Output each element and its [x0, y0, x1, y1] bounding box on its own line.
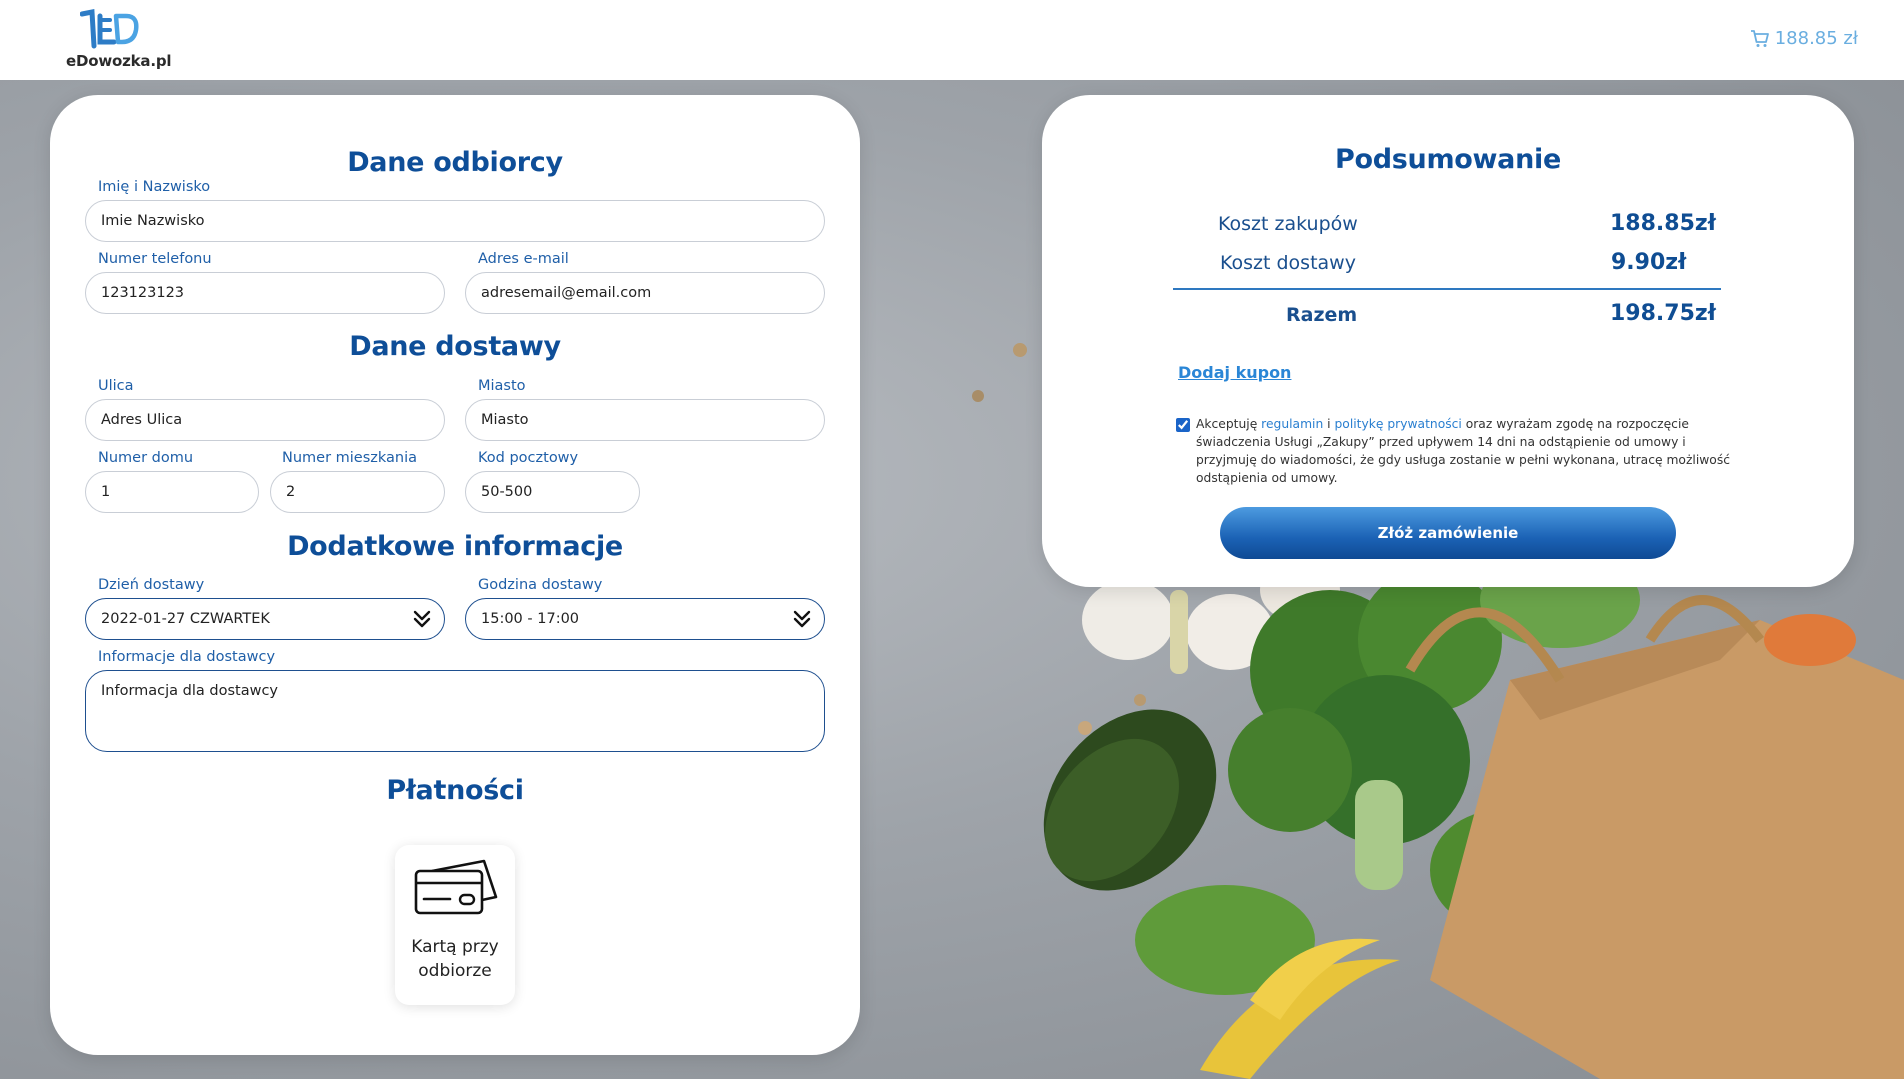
street-input[interactable]: Adres Ulica [85, 399, 445, 441]
total-label: Razem [1286, 304, 1358, 326]
delivery-hour-label: Godzina dostawy [478, 577, 603, 593]
top-header: eDowozka.pl 188.85 zł [0, 0, 1904, 80]
delivery-cost-value: 9.90zł [1611, 250, 1687, 275]
phone-label: Numer telefonu [98, 251, 212, 267]
cart-total: 188.85 zł [1774, 28, 1858, 49]
cart-logo-icon [80, 8, 139, 49]
terms-consent-checkbox[interactable] [1176, 418, 1190, 432]
payment-option-label-line2: odbiorze [418, 961, 492, 981]
delivery-section-title: Dane dostawy [349, 331, 561, 362]
payment-card-on-delivery-option[interactable]: Kartą przy odbiorze [395, 845, 515, 1005]
logo-text: eDowozka.pl [66, 52, 172, 70]
postal-code-label: Kod pocztowy [478, 450, 579, 466]
checkout-form-card: Dane odbiorcy Imię i Nazwisko Imie Nazwi… [50, 95, 860, 1055]
street-label: Ulica [98, 378, 134, 394]
delivery-day-value: 2022-01-27 CZWARTEK [101, 611, 270, 627]
email-label: Adres e-mail [478, 251, 569, 267]
credit-card-icon [414, 859, 498, 915]
add-coupon-link[interactable]: Dodaj kupon [1178, 363, 1291, 382]
consent-mid: i [1323, 417, 1335, 431]
terms-consent: Akceptuję regulamin i politykę prywatnoś… [1176, 415, 1736, 487]
payments-section-title: Płatności [386, 775, 524, 806]
products-cost-value: 188.85zł [1610, 211, 1716, 236]
delivery-hour-value: 15:00 - 17:00 [481, 611, 580, 627]
extra-info-section-title: Dodatkowe informacje [287, 531, 623, 562]
order-summary-card: Podsumowanie Koszt zakupów 188.85zł Kosz… [1042, 95, 1854, 587]
delivery-day-label: Dzień dostawy [98, 577, 205, 593]
name-input[interactable]: Imie Nazwisko [85, 200, 825, 242]
summary-title: Podsumowanie [1335, 144, 1561, 175]
payment-option-label-line1: Kartą przy [411, 937, 499, 957]
city-value: Miasto [481, 412, 529, 428]
phone-value: 123123123 [101, 285, 185, 301]
name-label: Imię i Nazwisko [98, 179, 211, 195]
phone-input[interactable]: 123123123 [85, 272, 445, 314]
logo[interactable]: eDowozka.pl [66, 8, 172, 72]
flat-number-label: Numer mieszkania [282, 450, 418, 466]
delivery-hour-select[interactable]: 15:00 - 17:00 [465, 598, 825, 640]
total-value: 198.75zł [1610, 301, 1716, 326]
email-value: adresemail@email.com [481, 285, 652, 301]
summary-divider [1173, 288, 1721, 290]
double-chevron-down-icon [413, 610, 431, 628]
city-input[interactable]: Miasto [465, 399, 825, 441]
house-number-input[interactable]: 1 [85, 471, 259, 513]
consent-prefix: Akceptuję [1196, 417, 1262, 431]
courier-notes-textarea[interactable]: Informacja dla dostawcy [85, 670, 825, 752]
shopping-cart-icon [1750, 29, 1769, 47]
privacy-policy-link[interactable]: politykę prywatności [1335, 417, 1462, 431]
courier-notes-value: Informacja dla dostawcy [101, 683, 278, 699]
cart-button[interactable]: 188.85 zł [1750, 28, 1858, 49]
street-value: Adres Ulica [101, 412, 183, 428]
house-number-value: 1 [101, 484, 111, 500]
place-order-button[interactable]: Złóż zamówienie [1220, 507, 1676, 559]
products-cost-label: Koszt zakupów [1218, 213, 1358, 235]
house-number-label: Numer domu [98, 450, 194, 466]
email-input[interactable]: adresemail@email.com [465, 272, 825, 314]
delivery-cost-label: Koszt dostawy [1220, 252, 1356, 274]
courier-notes-label: Informacje dla dostawcy [98, 649, 276, 665]
delivery-day-select[interactable]: 2022-01-27 CZWARTEK [85, 598, 445, 640]
postal-code-value: 50-500 [481, 484, 533, 500]
flat-number-value: 2 [286, 484, 296, 500]
double-chevron-down-icon [793, 610, 811, 628]
name-value: Imie Nazwisko [101, 213, 205, 229]
postal-code-input[interactable]: 50-500 [465, 471, 640, 513]
flat-number-input[interactable]: 2 [270, 471, 445, 513]
recipient-section-title: Dane odbiorcy [347, 147, 563, 178]
terms-link[interactable]: regulamin [1261, 417, 1323, 431]
city-label: Miasto [478, 378, 526, 394]
